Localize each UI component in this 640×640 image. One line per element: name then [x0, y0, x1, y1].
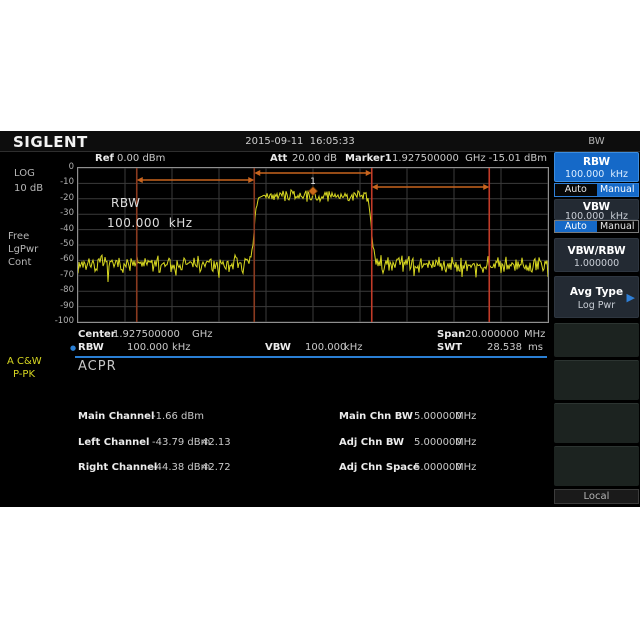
acpr-row-label: Adj Chn BW: [339, 437, 404, 448]
acpr-row-extra: 42.72: [202, 462, 231, 473]
avg-mode-label: LgPwr: [8, 244, 38, 255]
acpr-row-label: Adj Chn Space: [339, 462, 420, 473]
local-button[interactable]: Local: [554, 489, 639, 504]
svg-text:1: 1: [310, 177, 316, 187]
sweep-mode-label: Cont: [8, 257, 31, 268]
acpr-row-label: Main Channel: [78, 411, 154, 422]
rbw-overlay-value: 100.000 kHz: [107, 216, 193, 230]
y-axis-tick: -70: [38, 270, 74, 280]
rbw-auto-manual-toggle: Auto Manual: [554, 183, 639, 197]
submenu-arrow-icon: ▶: [627, 291, 635, 304]
softkey-rbw[interactable]: RBW 100.000 kHz: [554, 152, 639, 182]
softkey-menu-title: BW: [553, 136, 640, 147]
softkey-blank: [554, 360, 639, 400]
y-axis-tick: 0: [38, 162, 74, 172]
y-axis-tick: -40: [38, 224, 74, 234]
trigger-label: Free: [8, 231, 29, 242]
analyzer-screen: SIGLENT 2015-09-11 16:05:33 BW Ref 0.00 …: [0, 131, 640, 507]
softkey-blank: [554, 446, 639, 486]
marker-label: Marker1: [345, 153, 392, 164]
span-label: Span: [437, 329, 465, 340]
swt-unit: ms: [528, 342, 543, 353]
trace-flag: A C&W: [7, 356, 42, 367]
screenshot-page: SIGLENT 2015-09-11 16:05:33 BW Ref 0.00 …: [0, 0, 640, 640]
marker-freq: 1.927500000 GHz: [392, 153, 486, 164]
siglent-logo: SIGLENT: [13, 133, 88, 151]
acpr-row-unit: MHz: [455, 462, 476, 473]
softkey-panel: RBW 100.000 kHz Auto Manual VBW 100.000 …: [554, 152, 639, 507]
y-axis-tick: -80: [38, 285, 74, 295]
y-axis-tick: -10: [38, 177, 74, 187]
vbw-footer-value: 100.000: [305, 342, 346, 353]
y-axis-tick: -60: [38, 254, 74, 264]
titlebar: SIGLENT 2015-09-11 16:05:33 BW: [0, 131, 640, 152]
center-value: 1.927500000: [113, 329, 180, 340]
vbw-auto-manual-toggle: Auto Manual: [554, 220, 639, 233]
acpr-row-label: Right Channel: [78, 462, 157, 473]
ref-label: Ref: [95, 153, 114, 164]
vbw-footer-label: VBW: [265, 342, 291, 353]
acpr-row-unit: MHz: [455, 411, 476, 422]
vbw-manual-option[interactable]: Manual: [597, 221, 639, 232]
acpr-row-value: -1.66 dBm: [152, 411, 204, 422]
softkey-rbw-label: RBW: [555, 156, 638, 168]
section-divider: [75, 356, 547, 358]
softkey-rbw-value: 100.000 kHz: [555, 169, 638, 180]
y-axis-tick: -50: [38, 239, 74, 249]
rbw-overlay-label: RBW: [111, 196, 141, 210]
rbw-auto-option[interactable]: Auto: [555, 184, 597, 196]
span-unit: MHz: [524, 329, 545, 340]
softkey-blank: [554, 323, 639, 357]
att-label: Att: [270, 153, 287, 164]
swt-value: 28.538: [487, 342, 522, 353]
y-axis-tick: -30: [38, 208, 74, 218]
span-value: 20.000000: [465, 329, 519, 340]
spectrum-plot: 1 RBW 100.000 kHz: [77, 167, 549, 323]
datetime: 2015-09-11 16:05:33: [180, 136, 420, 147]
vbw-auto-option[interactable]: Auto: [555, 221, 597, 232]
att-value: 20.00 dB: [292, 153, 337, 164]
rbw-coupled-bullet: ●: [70, 344, 76, 352]
scale-type-label: LOG: [14, 168, 35, 179]
ref-value: 0.00 dBm: [117, 153, 165, 164]
acpr-row-extra: 42.13: [202, 437, 231, 448]
acpr-row-label: Left Channel: [78, 437, 149, 448]
acpr-section-title: ACPR: [78, 359, 117, 374]
acpr-row-label: Main Chn BW: [339, 411, 413, 422]
softkey-blank: [554, 403, 639, 443]
softkey-vbw-rbw-ratio[interactable]: VBW/RBW 1.000000: [554, 238, 639, 272]
rbw-footer-unit: kHz: [172, 342, 191, 353]
rbw-footer-label: RBW: [78, 342, 104, 353]
y-axis-tick: -90: [38, 301, 74, 311]
softkey-vbw[interactable]: VBW 100.000 kHz: [554, 199, 639, 220]
marker-amplitude: -15.01 dBm: [477, 153, 547, 164]
acpr-row-unit: MHz: [455, 437, 476, 448]
softkey-vbw-rbw-value: 1.000000: [555, 258, 638, 269]
vbw-footer-unit: kHz: [344, 342, 363, 353]
center-unit: GHz: [192, 329, 213, 340]
rbw-manual-option[interactable]: Manual: [597, 184, 639, 196]
y-axis-tick: -100: [38, 316, 74, 326]
softkey-avg-type[interactable]: Avg Type Log Pwr ▶: [554, 276, 639, 318]
rbw-footer-value: 100.000: [127, 342, 168, 353]
spectrum-trace-svg: 1: [78, 168, 548, 322]
detector-flag: P-PK: [13, 369, 35, 380]
swt-label: SWT: [437, 342, 462, 353]
y-axis-tick: -20: [38, 193, 74, 203]
center-label: Center: [78, 329, 116, 340]
softkey-vbw-rbw-label: VBW/RBW: [555, 245, 638, 257]
